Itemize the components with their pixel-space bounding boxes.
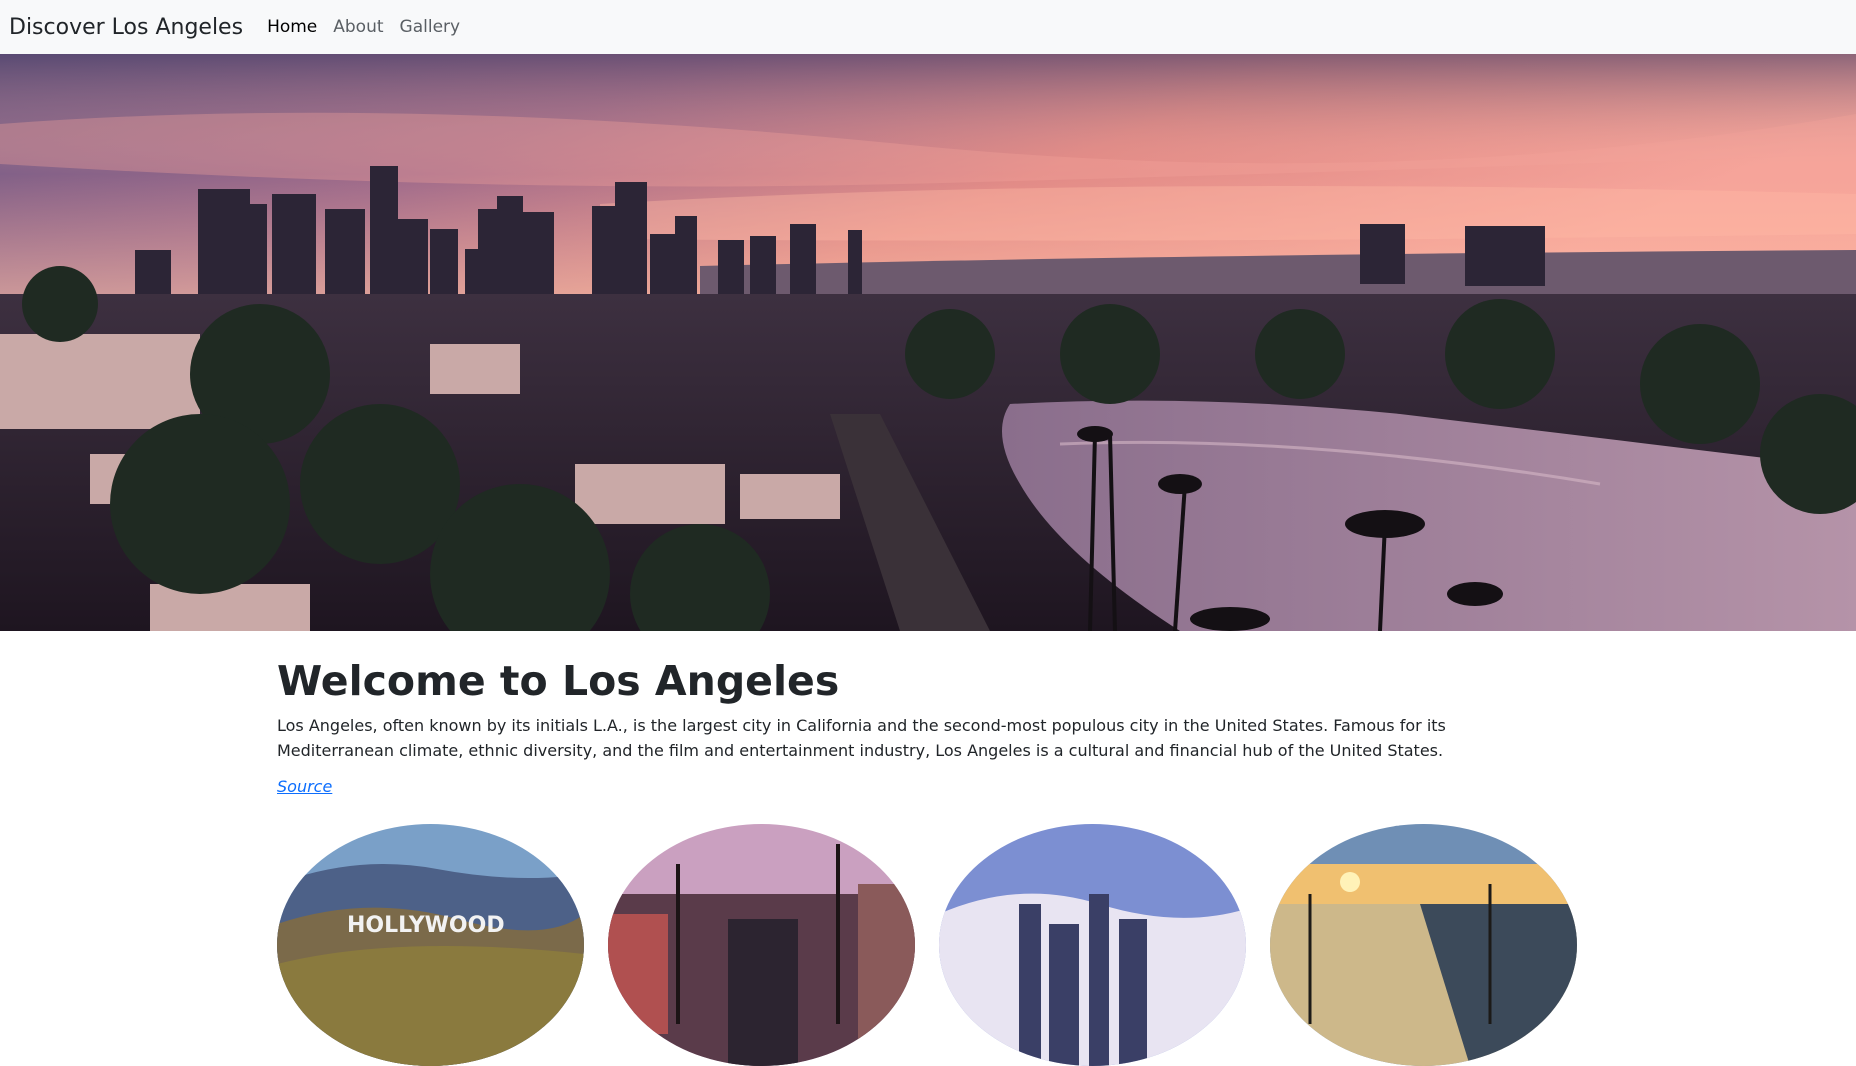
top-navbar: Discover Los Angeles Home About Gallery (0, 0, 1856, 54)
thumb-santa-monica-beach[interactable] (1270, 824, 1577, 1066)
page-title: Welcome to Los Angeles (277, 657, 840, 705)
brand-link[interactable]: Discover Los Angeles (9, 15, 243, 40)
nav-about-link[interactable]: About (333, 17, 383, 37)
hero-image (0, 54, 1856, 631)
hollywood-sign-text: HOLLYWOOD (347, 913, 505, 938)
thumb-hollywood-boulevard[interactable] (608, 824, 915, 1066)
nav-gallery-link[interactable]: Gallery (400, 17, 461, 37)
source-link[interactable]: Source (277, 777, 332, 796)
intro-paragraph: Los Angeles, often known by its initials… (277, 716, 1446, 761)
nav-home-link[interactable]: Home (267, 17, 317, 37)
thumb-downtown-skyline[interactable] (939, 824, 1246, 1066)
thumb-hollywood-sign[interactable]: HOLLYWOOD (277, 824, 584, 1066)
gallery-row: HOLLYWOOD (277, 824, 1577, 1066)
main-content: Welcome to Los Angeles Los Angeles, ofte… (277, 631, 1541, 796)
